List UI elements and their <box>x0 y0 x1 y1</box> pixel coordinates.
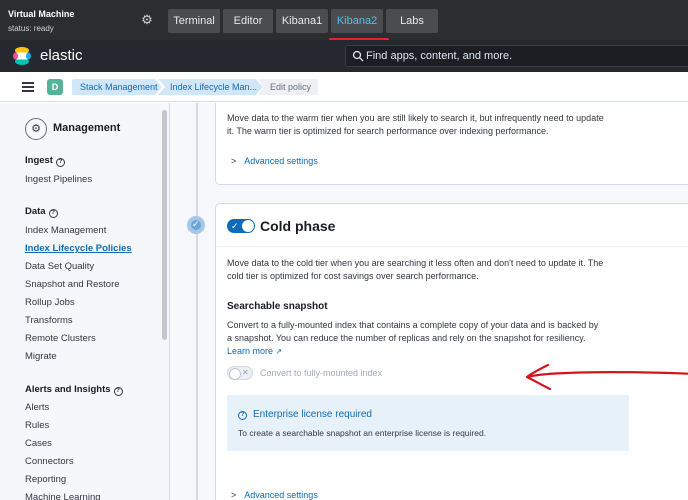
sidebar-item-data-set-quality[interactable]: Data Set Quality <box>25 261 94 273</box>
chevron-right-icon: > <box>231 156 237 166</box>
divider <box>216 246 688 247</box>
section-alerts-insights: Alerts and Insights? <box>25 384 123 396</box>
breadcrumb-bar: D Stack Management Index Lifecycle Man..… <box>0 72 688 102</box>
tab-editor[interactable]: Editor <box>223 9 273 33</box>
breadcrumb-stack-management[interactable]: Stack Management <box>72 79 162 95</box>
sidebar-item-alerts[interactable]: Alerts <box>25 402 49 414</box>
sidebar-item-rollup-jobs[interactable]: Rollup Jobs <box>25 297 75 309</box>
management-sidebar: ⚙ Management Ingest? Ingest Pipelines Da… <box>0 103 170 500</box>
gear-icon[interactable]: ⚙ <box>135 9 159 31</box>
sidebar-item-migrate[interactable]: Migrate <box>25 351 57 363</box>
elastic-logo-icon[interactable] <box>12 46 32 66</box>
sidebar-item-index-management[interactable]: Index Management <box>25 225 106 237</box>
search-placeholder: Find apps, content, and more. <box>366 50 513 62</box>
brand-name[interactable]: elastic <box>40 47 83 65</box>
phase-complete-icon: ✓ <box>187 216 205 234</box>
sidebar-item-transforms[interactable]: Transforms <box>25 315 73 327</box>
breadcrumb-index-lifecycle[interactable]: Index Lifecycle Man... <box>158 79 263 95</box>
tab-labs[interactable]: Labs <box>386 9 438 33</box>
tab-kibana2[interactable]: Kibana2 <box>331 9 383 33</box>
warm-advanced-settings[interactable]: > Advanced settings <box>231 155 318 167</box>
warm-description-line2: it. The warm tier is optimized for searc… <box>227 126 549 136</box>
sidebar-item-rules[interactable]: Rules <box>25 420 49 432</box>
callout-title: ? Enterprise license required <box>238 408 372 421</box>
convert-fully-mounted-toggle[interactable]: ✕ <box>227 366 253 380</box>
external-link-icon: ↗ <box>275 347 283 356</box>
tab-terminal[interactable]: Terminal <box>168 9 220 33</box>
callout-body: To create a searchable snapshot an enter… <box>238 428 487 438</box>
cold-phase-toggle[interactable]: ✓ <box>227 219 255 233</box>
vm-toolbar: Virtual Machine status: ready ⚙ Terminal… <box>0 0 688 41</box>
searchable-snapshot-line1: Convert to a fully-mounted index that co… <box>227 320 599 330</box>
help-icon[interactable]: ? <box>55 158 65 167</box>
learn-more-link[interactable]: Learn more ↗ <box>227 345 282 358</box>
searchable-snapshot-line2: a snapshot. You can reduce the number of… <box>227 333 586 343</box>
sidebar-item-ingest-pipelines[interactable]: Ingest Pipelines <box>25 174 92 186</box>
cold-phase-title: Cold phase <box>260 218 336 234</box>
cold-description-line2: cold tier is optimized for cost savings … <box>227 271 479 281</box>
breadcrumb-edit-policy: Edit policy <box>258 79 318 95</box>
sidebar-item-connectors[interactable]: Connectors <box>25 456 74 468</box>
sidebar-item-reporting[interactable]: Reporting <box>25 474 66 486</box>
convert-fully-mounted-label: Convert to fully-mounted index <box>260 368 383 378</box>
screen: Virtual Machine status: ready ⚙ Terminal… <box>0 0 688 500</box>
cold-description-line1: Move data to the cold tier when you are … <box>227 258 604 268</box>
sidebar-item-machine-learning[interactable]: Machine Learning <box>25 492 101 500</box>
sidebar-title: Management <box>53 122 121 134</box>
sidebar-item-cases[interactable]: Cases <box>25 438 52 450</box>
section-ingest: Ingest? <box>25 155 65 167</box>
warm-description-line1: Move data to the warm tier when you are … <box>227 113 604 123</box>
help-icon[interactable]: ? <box>48 209 58 218</box>
gear-icon: ⚙ <box>25 118 47 140</box>
enterprise-license-callout: ? Enterprise license required To create a… <box>227 395 629 451</box>
space-avatar[interactable]: D <box>47 79 63 95</box>
warm-phase-panel: Move data to the warm tier when you are … <box>215 103 688 185</box>
sidebar-item-index-lifecycle-policies[interactable]: Index Lifecycle Policies <box>25 243 132 255</box>
vm-info: Virtual Machine status: ready <box>8 8 74 35</box>
cold-phase-panel: ✓ Cold phase Move data to the cold tier … <box>215 203 688 500</box>
main-content: Move data to the warm tier when you are … <box>170 103 688 500</box>
search-icon <box>352 50 364 62</box>
annotation-arrow <box>525 363 688 391</box>
vm-status: status: ready <box>8 24 54 33</box>
global-search-input[interactable]: Find apps, content, and more. <box>345 45 688 67</box>
searchable-snapshot-title: Searchable snapshot <box>227 301 328 312</box>
vm-title: Virtual Machine <box>8 9 75 19</box>
menu-icon[interactable] <box>22 82 34 92</box>
help-icon: ? <box>238 411 247 420</box>
phase-timeline <box>196 103 198 500</box>
tab-kibana1[interactable]: Kibana1 <box>276 9 328 33</box>
chevron-right-icon: > <box>231 490 237 500</box>
sidebar-item-remote-clusters[interactable]: Remote Clusters <box>25 333 96 345</box>
section-data: Data? <box>25 206 58 218</box>
cold-advanced-settings[interactable]: > Advanced settings <box>231 489 318 500</box>
elastic-header: elastic Find apps, content, and more. <box>0 40 688 72</box>
sidebar-scrollbar[interactable] <box>162 110 167 340</box>
help-icon[interactable]: ? <box>113 387 123 396</box>
sidebar-item-snapshot-restore[interactable]: Snapshot and Restore <box>25 279 120 291</box>
